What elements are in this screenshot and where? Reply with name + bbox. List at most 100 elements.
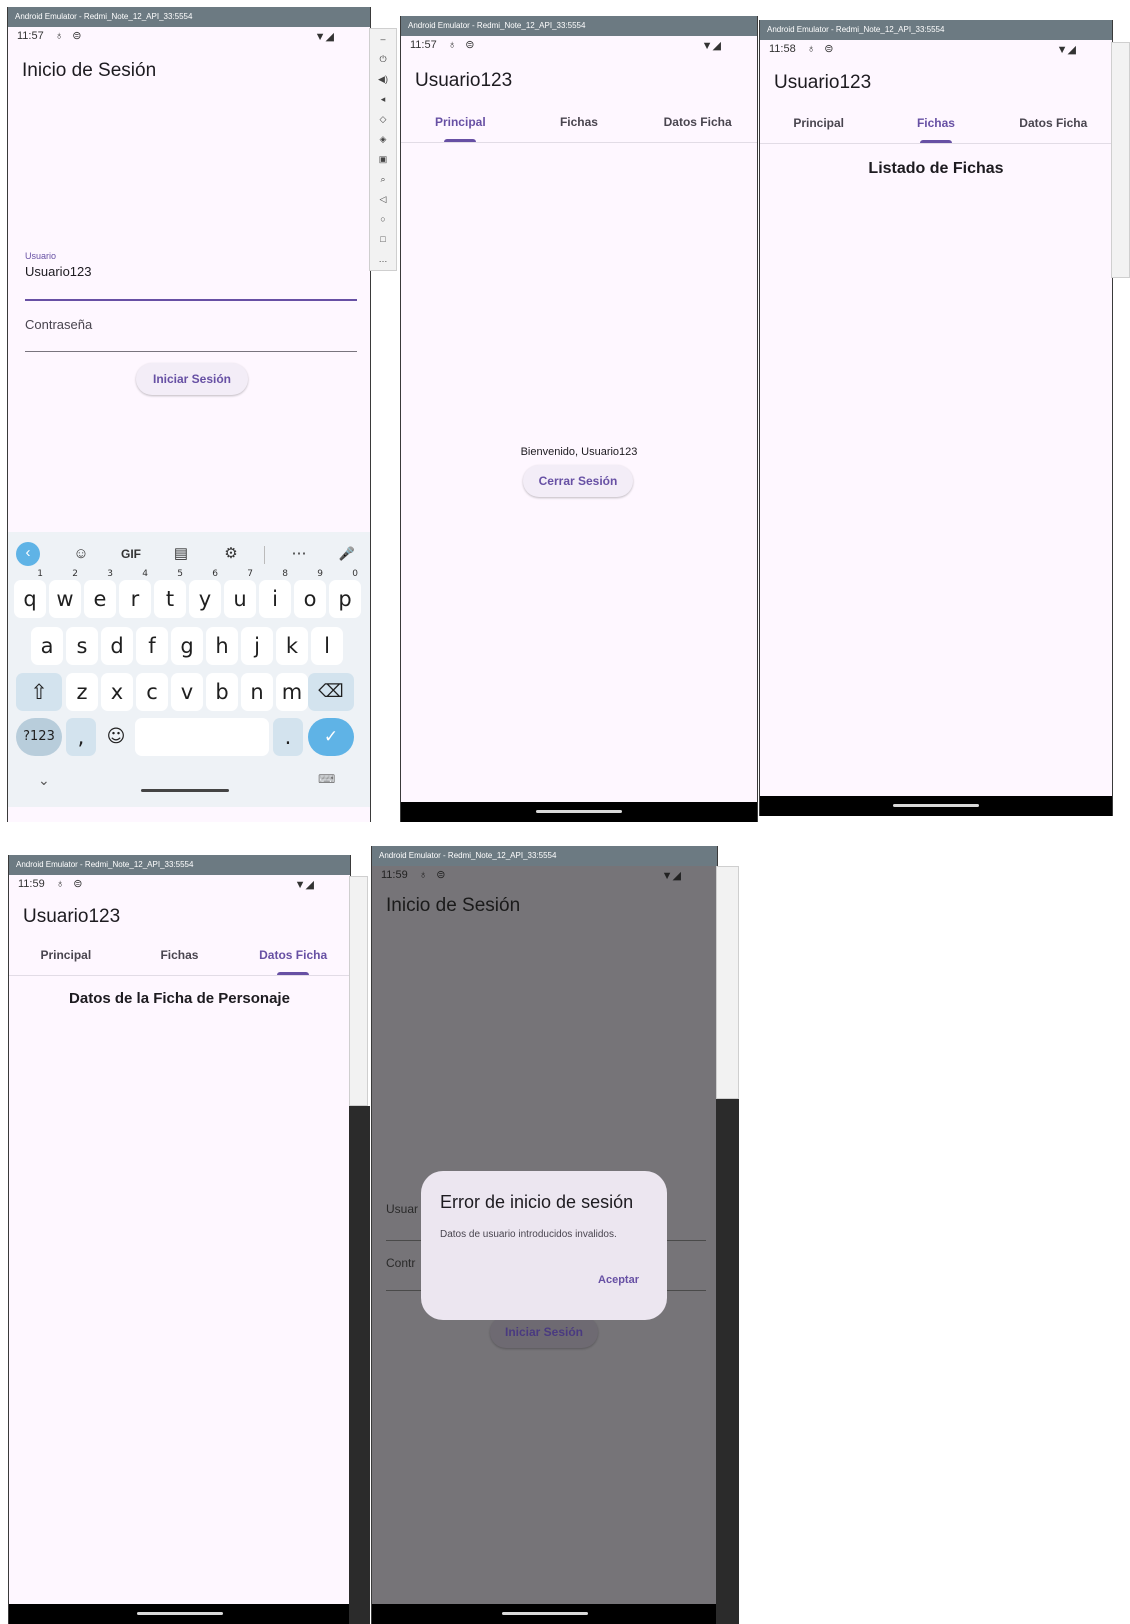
rotate-left-icon[interactable]: ◇ [370,109,396,129]
key-p[interactable]: p0 [329,570,361,618]
tab-datos-ficha[interactable]: Datos Ficha [236,935,350,975]
key-j[interactable]: j [241,627,273,665]
more-icon[interactable]: ⋯ [284,542,314,566]
tab-principal[interactable]: Principal [401,102,520,142]
gif-button[interactable]: GIF [116,542,146,566]
signal-icon: ▼◢ [294,879,314,891]
status-icons: ♁ ⊜ [419,869,449,881]
home-icon[interactable]: ○ [370,209,396,229]
login-button[interactable]: Iniciar Sesión [136,363,248,395]
key-n[interactable]: n [241,673,273,711]
home-indicator [893,804,979,807]
minimize-icon[interactable]: – [370,29,396,49]
volume-down-icon[interactable]: ◂ [370,89,396,109]
key-hint: 4 [142,569,148,579]
status-icons: ♁ ⊜ [448,39,478,51]
backspace-key[interactable]: ⌫ [308,673,354,711]
more-options-icon[interactable]: … [370,249,396,269]
tab-bar: Principal Fichas Datos Ficha [9,935,350,976]
settings-icon[interactable]: ⚙ [216,542,246,566]
space-key[interactable] [135,718,269,756]
key-h[interactable]: h [206,627,238,665]
emulator-login: Android Emulator - Redmi_Note_12_API_33:… [7,7,371,822]
collapse-keyboard-icon[interactable]: ⌄ [38,772,50,789]
key-u[interactable]: u7 [224,570,256,618]
rotate-right-icon[interactable]: ◈ [370,129,396,149]
zoom-icon[interactable]: ⌕ [370,169,396,189]
camera-icon[interactable]: ▣ [370,149,396,169]
accept-button[interactable]: Aceptar [598,1274,639,1286]
password-field[interactable]: Contraseña [25,307,357,352]
key-c[interactable]: c [136,673,168,711]
key-r[interactable]: r4 [119,570,151,618]
keyboard-switch-icon[interactable]: ⌨ [318,772,335,786]
symbols-key[interactable]: ?123 [16,718,62,756]
overview-icon[interactable]: □ [370,229,396,249]
key-v[interactable]: v [171,673,203,711]
tab-datos-ficha[interactable]: Datos Ficha [995,103,1112,143]
tab-datos-ficha[interactable]: Datos Ficha [638,102,757,142]
key-l[interactable]: l [311,627,343,665]
status-time: 11:58 [769,43,796,55]
emulator-datos-ficha: Android Emulator - Redmi_Note_12_API_33:… [8,855,351,1624]
key-z[interactable]: z [66,673,98,711]
tab-fichas[interactable]: Fichas [520,102,639,142]
status-time: 11:57 [17,30,44,42]
tab-principal[interactable]: Principal [760,103,877,143]
sticker-icon[interactable]: ☺ [66,542,96,566]
password-placeholder: Contr [386,1256,416,1270]
comma-key[interactable]: , [66,718,96,756]
app-bar-title: Usuario123 [23,906,121,927]
app-bar-title: Usuario123 [415,70,513,91]
toolbar-divider [264,546,265,564]
key-t[interactable]: t5 [154,570,186,618]
tab-principal[interactable]: Principal [9,935,123,975]
home-indicator [141,789,229,792]
status-bar: 11:59 ♁ ⊜ ▼◢ [372,866,717,884]
microphone-icon[interactable]: 🎤 [332,542,362,566]
key-y[interactable]: y6 [189,570,221,618]
emoji-key[interactable]: ☺ [100,718,132,756]
key-d[interactable]: d [101,627,133,665]
key-g[interactable]: g [171,627,203,665]
key-m[interactable]: m [276,673,308,711]
key-hint: 5 [177,569,183,579]
key-k[interactable]: k [276,627,308,665]
enter-key[interactable]: ✓ [308,718,354,756]
key-i[interactable]: i8 [259,570,291,618]
username-label: Usuar [386,1202,419,1216]
key-o[interactable]: o9 [294,570,326,618]
period-key[interactable]: . [273,718,303,756]
emulator-side-toolbar: – ⏻ ◀) ◂ ◇ ◈ ▣ ⌕ ◁ ○ □ … [369,28,397,271]
username-field[interactable]: Usuario Usuario123 [25,249,357,301]
key-w[interactable]: w2 [49,570,81,618]
keyboard-back-icon[interactable]: ‹ [16,542,40,566]
key-e[interactable]: e3 [84,570,116,618]
signal-icon: ▼◢ [661,870,681,882]
key-hint: 6 [212,569,218,579]
power-icon[interactable]: ⏻ [370,49,396,69]
logout-button[interactable]: Cerrar Sesión [523,465,633,497]
tab-fichas[interactable]: Fichas [123,935,237,975]
status-time: 11:57 [410,39,437,51]
status-bar: 11:57 ♁ ⊜ ▼◢ [401,36,757,54]
key-q[interactable]: q1 [14,570,46,618]
home-indicator [536,810,622,813]
back-icon[interactable]: ◁ [370,189,396,209]
emulator-title-bar: Android Emulator - Redmi_Note_12_API_33:… [372,846,717,866]
key-hint: 3 [107,569,113,579]
key-b[interactable]: b [206,673,238,711]
key-s[interactable]: s [66,627,98,665]
volume-up-icon[interactable]: ◀) [370,69,396,89]
key-hint: 0 [352,569,358,579]
emulator-title-bar: Android Emulator - Redmi_Note_12_API_33:… [760,20,1112,40]
home-indicator [136,1612,223,1615]
clipboard-icon[interactable]: ▤ [166,542,196,566]
login-button[interactable]: Iniciar Sesión [490,1316,598,1348]
key-f[interactable]: f [136,627,168,665]
key-x[interactable]: x [101,673,133,711]
key-a[interactable]: a [31,627,63,665]
tab-fichas[interactable]: Fichas [877,103,994,143]
dialog-message: Datos de usuario introducidos invalidos. [440,1229,617,1240]
shift-key[interactable]: ⇧ [16,673,62,711]
